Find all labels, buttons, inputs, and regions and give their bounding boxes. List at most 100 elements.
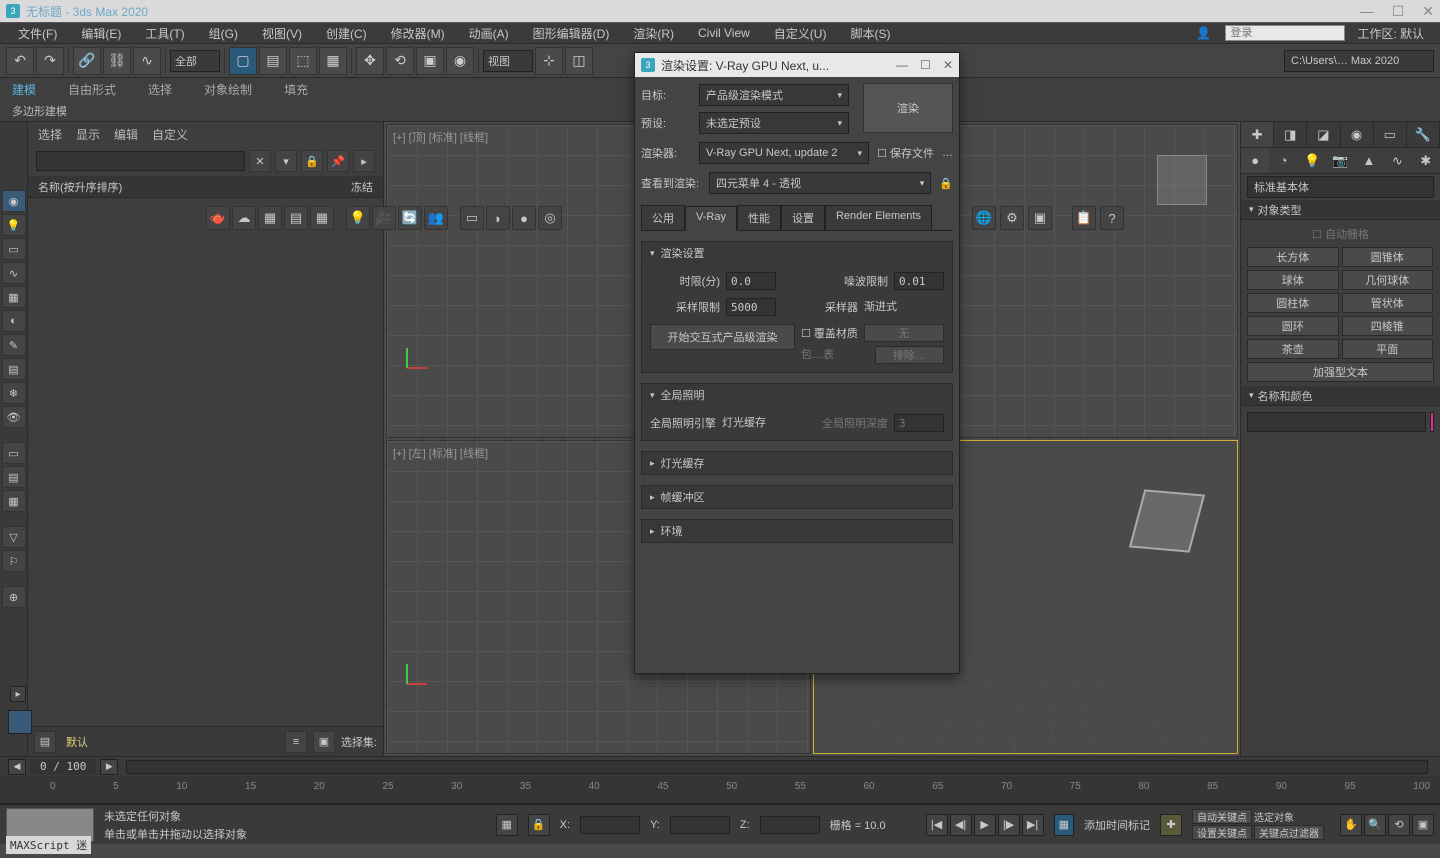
menu-file[interactable]: 文件(F): [8, 23, 67, 44]
type-sphere[interactable]: 球体: [1247, 270, 1339, 290]
rollout-light-cache[interactable]: 灯光缓存: [642, 452, 952, 474]
manipulate-button[interactable]: ◫: [565, 47, 593, 75]
menu-customize[interactable]: 自定义(U): [764, 23, 837, 44]
type-pyramid[interactable]: 四棱锥: [1342, 316, 1434, 336]
set-key-button[interactable]: 设置关键点: [1192, 825, 1252, 840]
menu-group[interactable]: 组(G): [199, 23, 248, 44]
cube-display-icon[interactable]: ▦: [1054, 814, 1074, 836]
place-button[interactable]: ◉: [446, 47, 474, 75]
sampler-dropdown[interactable]: 渐进式: [864, 298, 944, 316]
calendar-icon[interactable]: ▦: [258, 206, 282, 230]
type-geosphere[interactable]: 几何球体: [1342, 270, 1434, 290]
ref-coord-system[interactable]: 视图: [483, 50, 533, 72]
pin-icon[interactable]: 📌: [327, 150, 349, 172]
z-coord-input[interactable]: [760, 816, 820, 834]
ring-icon[interactable]: ◎: [538, 206, 562, 230]
create-tab-icon[interactable]: ✚: [1241, 122, 1274, 147]
expand-panel-button[interactable]: ▸: [10, 686, 26, 702]
motion-tab-icon[interactable]: ◉: [1341, 122, 1374, 147]
menu-edit[interactable]: 编辑(E): [71, 23, 131, 44]
lock-select-button[interactable]: 🔒: [528, 814, 550, 836]
frame-display[interactable]: 0 / 100: [30, 759, 96, 775]
rotate-button[interactable]: ⟲: [386, 47, 414, 75]
project-path[interactable]: C:\Users\… Max 2020: [1284, 50, 1434, 72]
ribbon-tab-populate[interactable]: 填充: [284, 81, 308, 98]
systems-icon[interactable]: ✱: [1412, 148, 1440, 173]
maxscript-label[interactable]: MAXScript 迷: [6, 836, 91, 854]
type-tube[interactable]: 管状体: [1342, 293, 1434, 313]
column-freeze[interactable]: 冻结: [351, 179, 373, 195]
menu-graph-editors[interactable]: 图形编辑器(D): [523, 23, 620, 44]
close-button[interactable]: ✕: [1422, 3, 1434, 20]
type-torus[interactable]: 圆环: [1247, 316, 1339, 336]
filter-light-icon[interactable]: 💡: [2, 214, 26, 236]
funnel-icon[interactable]: ▽: [2, 526, 26, 548]
x-coord-input[interactable]: [580, 816, 640, 834]
override-mtl-checkbox[interactable]: ☐ 覆盖材质: [801, 325, 858, 341]
type-text-plus[interactable]: 加强型文本: [1247, 362, 1434, 382]
type-teapot[interactable]: 茶壶: [1247, 339, 1339, 359]
sphere-icon[interactable]: ●: [512, 206, 536, 230]
menu-rendering[interactable]: 渲染(R): [623, 23, 684, 44]
auto-grid-checkbox[interactable]: ☐ 自动栅格: [1247, 224, 1434, 244]
y-coord-input[interactable]: [670, 816, 730, 834]
filter-camera-icon[interactable]: ▭: [2, 238, 26, 260]
isolate-icon[interactable]: ▣: [313, 731, 335, 753]
grid-icon[interactable]: ▦: [310, 206, 334, 230]
lights-icon[interactable]: 💡: [1298, 148, 1326, 173]
rect-select-button[interactable]: ⬚: [289, 47, 317, 75]
preset-dropdown[interactable]: 未选定预设: [699, 112, 849, 134]
workspace-selector[interactable]: 工作区: 默认: [1349, 23, 1432, 44]
search-clear-icon[interactable]: ✕: [249, 150, 271, 172]
menu-tools[interactable]: 工具(T): [135, 23, 194, 44]
menu-scripting[interactable]: 脚本(S): [840, 23, 900, 44]
renderer-dropdown[interactable]: V-Ray GPU Next, update 2: [699, 142, 869, 164]
camera-icon[interactable]: 🎥: [372, 206, 396, 230]
outline-tab-display[interactable]: 显示: [76, 126, 100, 143]
orbit-view-button[interactable]: ⟲: [1388, 814, 1410, 836]
cloud-icon[interactable]: ☁: [232, 206, 256, 230]
time-slider-track[interactable]: [126, 760, 1428, 774]
tab-performance[interactable]: 性能: [737, 205, 781, 230]
layer-button[interactable]: ▤: [34, 731, 56, 753]
ribbon-tab-freeform[interactable]: 自由形式: [68, 81, 116, 98]
view-dropdown[interactable]: 四元菜单 4 - 透视: [709, 172, 931, 194]
outline-tab-custom[interactable]: 自定义: [152, 126, 188, 143]
next-key-button[interactable]: |▶: [998, 814, 1020, 836]
clipboard-icon[interactable]: 📋: [1072, 206, 1096, 230]
object-name-input[interactable]: [1247, 412, 1426, 432]
menu-view[interactable]: 视图(V): [252, 23, 312, 44]
redo-button[interactable]: ↷: [36, 47, 64, 75]
filter-bone-icon[interactable]: ✎: [2, 334, 26, 356]
selection-filter[interactable]: 全部: [170, 50, 220, 72]
goto-start-button[interactable]: |◀: [926, 814, 948, 836]
ribbon-tab-selection[interactable]: 选择: [148, 81, 172, 98]
start-ipr-button[interactable]: 开始交互式产品级渲染: [650, 324, 795, 350]
unlink-button[interactable]: ⛓: [103, 47, 131, 75]
lock-icon[interactable]: 🔒: [301, 150, 323, 172]
track-bar[interactable]: 0510152025303540455055606570758085909510…: [0, 776, 1440, 804]
add-time-tag[interactable]: 添加时间标记: [1084, 817, 1150, 833]
column-name[interactable]: 名称(按升序排序): [38, 179, 122, 195]
menu-create[interactable]: 创建(C): [316, 23, 377, 44]
lock-view-icon[interactable]: 🔒: [939, 177, 953, 190]
type-cylinder[interactable]: 圆柱体: [1247, 293, 1339, 313]
spacewarps-icon[interactable]: ∿: [1383, 148, 1411, 173]
rollout-environment[interactable]: 环境: [642, 520, 952, 542]
rect-icon[interactable]: ▭: [460, 206, 484, 230]
rollout-frame-buffer[interactable]: 帧缓冲区: [642, 486, 952, 508]
type-cone[interactable]: 圆锥体: [1342, 247, 1434, 267]
dlg-close-button[interactable]: ✕: [943, 58, 953, 72]
filter-hidden-icon[interactable]: 👁: [2, 406, 26, 428]
maximize-button[interactable]: ☐: [1392, 3, 1405, 20]
zoom-view-button[interactable]: 🔍: [1364, 814, 1386, 836]
geometry-icon[interactable]: ●: [1241, 148, 1269, 173]
shapes-icon[interactable]: ◔: [1269, 148, 1297, 173]
pivot-button[interactable]: ⊹: [535, 47, 563, 75]
outline-tab-select[interactable]: 选择: [38, 126, 62, 143]
outline-tab-edit[interactable]: 编辑: [114, 126, 138, 143]
hierarchy-icon[interactable]: ▤: [2, 466, 26, 488]
filter-frozen-icon[interactable]: ❄: [2, 382, 26, 404]
tab-vray[interactable]: V-Ray: [685, 206, 737, 231]
type-box[interactable]: 长方体: [1247, 247, 1339, 267]
